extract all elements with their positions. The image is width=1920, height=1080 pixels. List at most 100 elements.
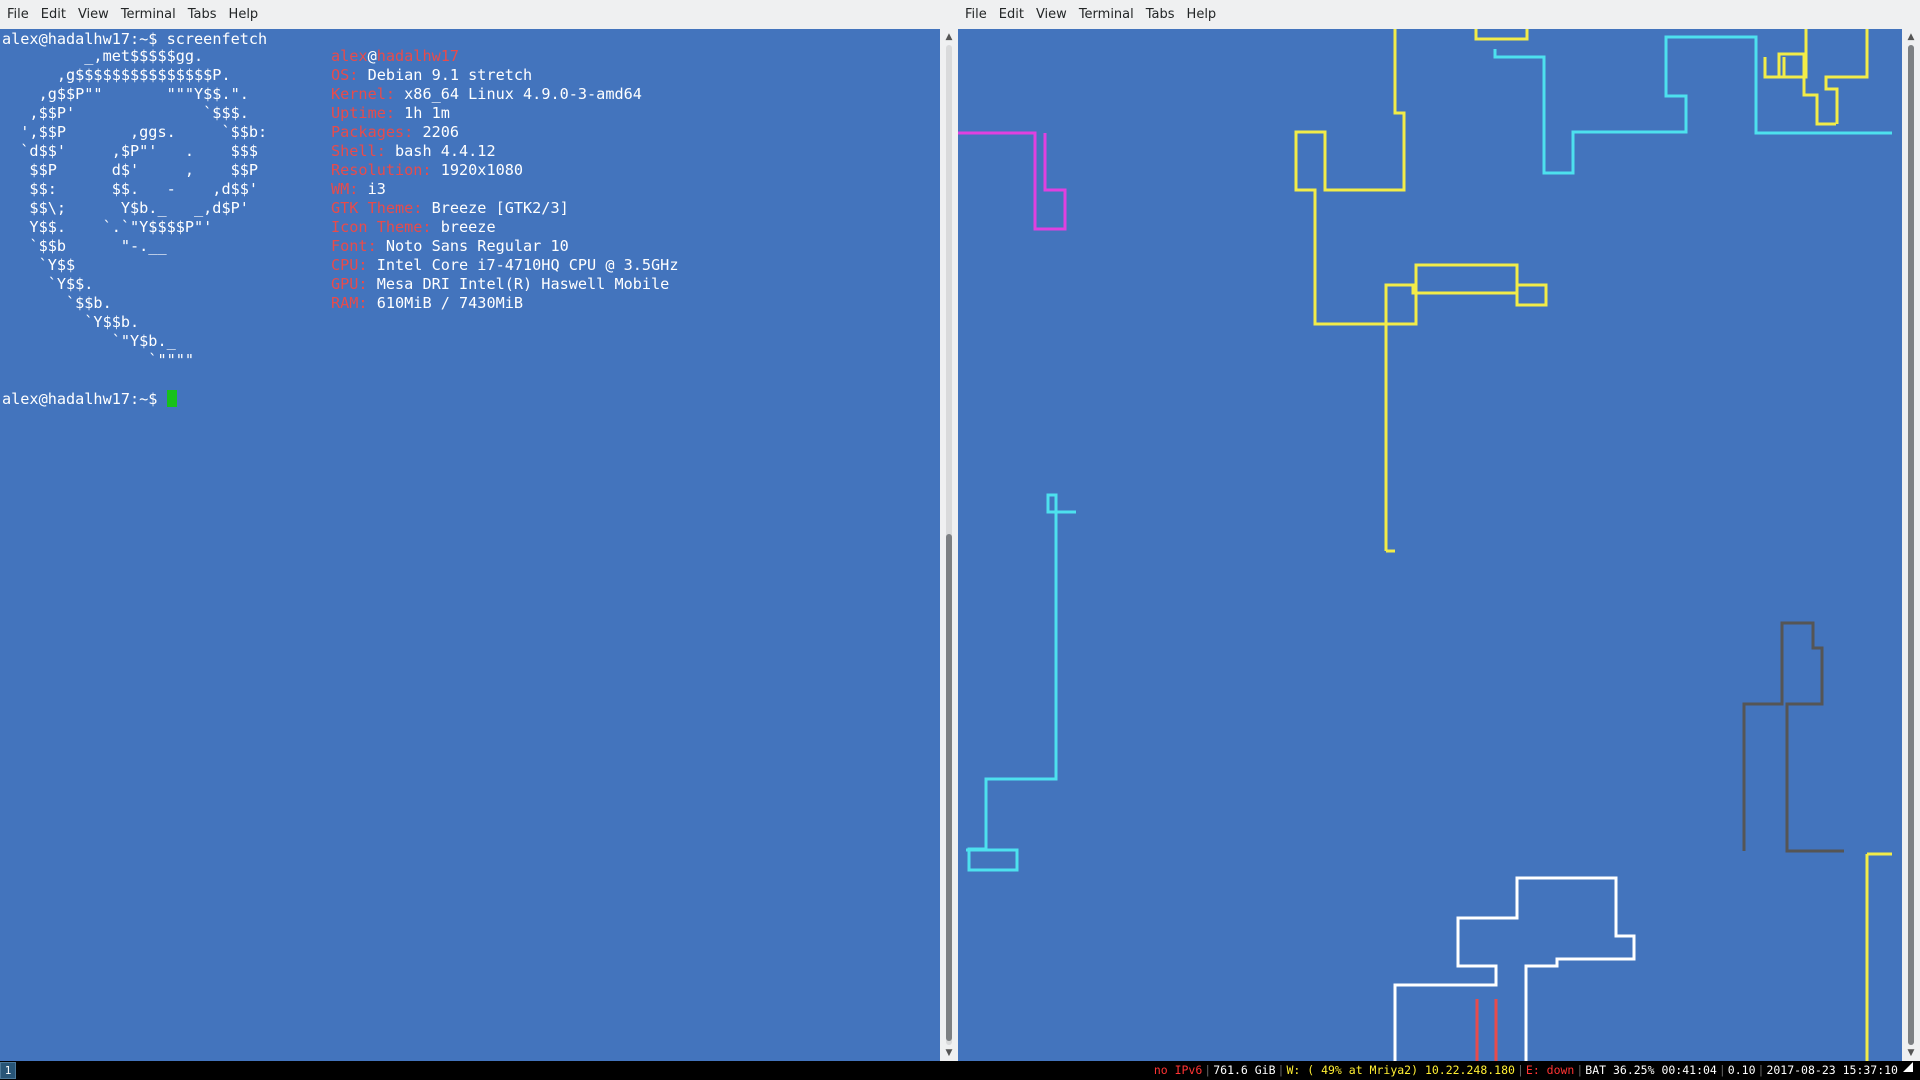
ascii-art-line: `$$b. — [66, 294, 112, 312]
pipe-yellow — [1763, 57, 1786, 79]
ascii-art-line: `$$b "-.__ — [29, 237, 167, 255]
active-prompt-line: alex@hadalhw17:~$ — [2, 390, 177, 409]
info-value: bash 4.4.12 — [395, 142, 496, 160]
info-label: GPU: — [331, 275, 368, 293]
ascii-art-line: $$: $$. - ,d$$' — [29, 180, 259, 198]
pipes-screensaver-output[interactable] — [958, 29, 1902, 1061]
prompt: alex@hadalhw17:~$ — [2, 30, 158, 48]
ascii-art-line: ,g$$P"" """Y$$.". — [38, 85, 249, 103]
system-info: alex@hadalhw17 OS: Debian 9.1 stretch Ke… — [331, 47, 678, 313]
scroll-thumb[interactable] — [1908, 45, 1914, 1045]
scroll-down-arrow-icon[interactable]: ▼ — [940, 1046, 958, 1060]
pipe-cyan — [1493, 35, 1892, 175]
text-cursor — [166, 390, 177, 407]
pipe-yellow — [1294, 29, 1548, 326]
info-label: Uptime: — [331, 104, 396, 122]
info-value: 610MiB / 7430MiB — [367, 294, 524, 312]
info-value: Noto Sans Regular 10 — [385, 237, 569, 255]
scroll-up-arrow-icon[interactable]: ▲ — [1902, 30, 1920, 44]
ascii-art-line: ,$$P' `$$$. — [29, 104, 249, 122]
info-user: alex — [331, 47, 368, 65]
battery-status: BAT 36.25% 00:41:04 — [1585, 1063, 1717, 1077]
right-menubar: File Edit View Terminal Tabs Help — [958, 0, 1920, 29]
info-value: x86_64 Linux 4.9.0-3-amd64 — [404, 85, 642, 103]
info-label: Shell: — [331, 142, 386, 160]
pipe-yellow — [1474, 29, 1529, 41]
right-terminal-window[interactable]: File Edit View Terminal Tabs Help ▲ ▼ — [958, 0, 1920, 1061]
pipes-drawing — [958, 29, 1892, 1061]
menu-tabs[interactable]: Tabs — [182, 7, 223, 22]
pipe-yellow — [1824, 29, 1869, 124]
ascii-art-line: ',$$P ,ggs. `$$b: — [20, 123, 268, 141]
menu-file[interactable]: File — [958, 7, 993, 22]
ascii-art-line: `Y$$. — [47, 275, 94, 293]
menu-terminal[interactable]: Terminal — [1073, 7, 1140, 22]
ascii-art-line: $$P d$' , $$P — [29, 161, 259, 179]
info-value: Debian 9.1 stretch — [367, 66, 533, 84]
ascii-art-line: `"Y$b._ — [111, 332, 176, 350]
info-label: WM: — [331, 180, 359, 198]
pipe-gray — [1742, 621, 1844, 853]
menu-help[interactable]: Help — [223, 7, 265, 22]
info-at: @ — [367, 47, 377, 65]
ascii-art-line: Y$$. `.`"Y$$$$P"' — [29, 218, 213, 236]
info-value: 1920x1080 — [440, 161, 524, 179]
ascii-art-line: ,g$$$$$$$$$$$$$$$P. — [56, 66, 231, 84]
info-value: i3 — [367, 180, 386, 198]
info-label: RAM: — [331, 294, 368, 312]
left-terminal-window[interactable]: File Edit View Terminal Tabs Help alex@h… — [0, 0, 958, 1061]
info-label: Font: — [331, 237, 377, 255]
ascii-art-line: `d$$' ,$P"' . $$$ — [20, 142, 259, 160]
info-value: 2206 — [422, 123, 460, 141]
left-menubar: File Edit View Terminal Tabs Help — [0, 0, 958, 29]
left-terminal-output[interactable]: alex@hadalhw17:~$ screenfetch _,met$$$$$… — [0, 29, 940, 1061]
info-label: Packages: — [331, 123, 414, 141]
ascii-art-line: `Y$$b. — [84, 313, 140, 331]
menu-view[interactable]: View — [72, 7, 115, 22]
info-label: Kernel: — [331, 85, 396, 103]
network-tray-icon[interactable] — [1902, 1061, 1914, 1073]
debian-ascii-logo: _,met$$$$$gg. ,g$$$$$$$$$$$$$$$P. ,g$$P"… — [2, 47, 267, 370]
prompt: alex@hadalhw17:~$ — [2, 390, 158, 408]
menu-edit[interactable]: Edit — [993, 7, 1030, 22]
left-scrollbar[interactable]: ▲ ▼ — [940, 29, 958, 1061]
wifi-status: W: ( 49% at Mriya2) 10.22.248.180 — [1286, 1063, 1515, 1077]
ascii-art-line: _,met$$$$$gg. — [84, 47, 204, 65]
pipe-white — [1393, 876, 1636, 1061]
info-label: CPU: — [331, 256, 368, 274]
info-label: Resolution: — [331, 161, 432, 179]
status-blocks: no IPv6 | 761.6 GiB | W: ( 49% at Mriya2) … — [1154, 1061, 1914, 1080]
workspace-button[interactable]: 1 — [0, 1062, 16, 1079]
menu-tabs[interactable]: Tabs — [1140, 7, 1181, 22]
ascii-art-line: $$\; Y$b._ _,d$P' — [29, 199, 249, 217]
load-status: 0.10 — [1727, 1063, 1756, 1077]
info-value: Intel Core i7-4710HQ CPU @ 3.5GHz — [376, 256, 679, 274]
ipv6-status: no IPv6 — [1153, 1063, 1203, 1077]
info-label: OS: — [331, 66, 359, 84]
pipe-magenta — [958, 131, 1067, 231]
right-scrollbar[interactable]: ▲ ▼ — [1902, 29, 1920, 1061]
info-value: Mesa DRI Intel(R) Haswell Mobile — [376, 275, 670, 293]
disk-status: 761.6 GiB — [1213, 1063, 1276, 1077]
i3-status-bar: 1 no IPv6 | 761.6 GiB | W: ( 49% at Mriya2… — [0, 1061, 1920, 1080]
ascii-art-line: `"""" — [2, 351, 195, 369]
info-label: GTK Theme: — [331, 199, 423, 217]
menu-edit[interactable]: Edit — [35, 7, 72, 22]
menu-help[interactable]: Help — [1181, 7, 1223, 22]
info-value: breeze — [440, 218, 496, 236]
menu-file[interactable]: File — [0, 7, 35, 22]
pipe-cyan — [966, 493, 1076, 872]
scroll-down-arrow-icon[interactable]: ▼ — [1902, 1046, 1920, 1060]
info-value: Breeze [GTK2/3] — [431, 199, 569, 217]
ethernet-status: E: down — [1525, 1063, 1575, 1077]
menu-terminal[interactable]: Terminal — [115, 7, 182, 22]
info-host: hadalhw17 — [376, 47, 460, 65]
scroll-thumb[interactable] — [946, 534, 952, 1041]
info-label: Icon Theme: — [331, 218, 432, 236]
datetime-status: 2017-08-23 15:37:10 — [1766, 1063, 1898, 1077]
info-value: 1h 1m — [404, 104, 450, 122]
scroll-up-arrow-icon[interactable]: ▲ — [940, 30, 958, 44]
ascii-art-line: `Y$$ — [38, 256, 76, 274]
menu-view[interactable]: View — [1030, 7, 1073, 22]
command: screenfetch — [166, 30, 268, 48]
